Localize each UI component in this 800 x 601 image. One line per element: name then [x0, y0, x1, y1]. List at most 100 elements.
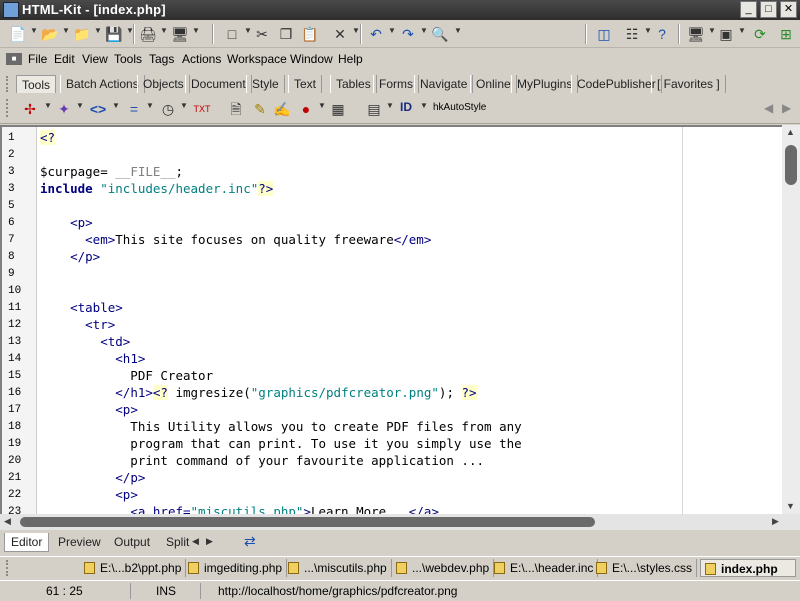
chevron-down-icon[interactable]: ▼ [94, 26, 102, 35]
vertical-scroll-thumb[interactable] [785, 145, 797, 185]
id-button[interactable]: ID [400, 100, 412, 114]
chevron-down-icon[interactable]: ▼ [644, 26, 652, 35]
code-line[interactable]: $curpage= __FILE__; [40, 164, 183, 179]
chevron-down-icon[interactable]: ▼ [388, 26, 396, 35]
paint-brush-icon[interactable]: ✢ [20, 99, 40, 119]
chevron-down-icon[interactable]: ▼ [112, 101, 120, 110]
text-tag-icon[interactable]: TXT [192, 99, 212, 119]
tab-batch-actions[interactable]: Batch Actions [60, 75, 145, 93]
code-line[interactable]: </p> [40, 470, 145, 485]
tab-document[interactable]: Document [185, 75, 252, 93]
find-binoculars-icon[interactable]: 🔍 [430, 24, 450, 44]
tab-codepublisher[interactable]: CodePublisher [571, 75, 662, 93]
grip-handle[interactable] [6, 99, 13, 117]
code-line[interactable]: <? [40, 130, 56, 145]
file-tab[interactable]: ...\miscutils.php [284, 559, 392, 577]
chevron-down-icon[interactable]: ▼ [192, 26, 200, 35]
menu-view[interactable]: View [82, 52, 108, 66]
code-line[interactable]: <p> [40, 215, 93, 230]
grip-handle[interactable] [6, 76, 13, 92]
chevron-down-icon[interactable]: ▼ [708, 26, 716, 35]
tab-navigate[interactable]: Navigate [414, 75, 474, 93]
tab-style[interactable]: Style [246, 75, 285, 93]
document-icon[interactable]: ■ [6, 53, 22, 65]
clock-icon[interactable]: ◷ [158, 99, 178, 119]
tab-objects[interactable]: Objects [137, 75, 190, 93]
chevron-down-icon[interactable]: ▼ [318, 101, 326, 110]
undo-icon[interactable]: ↶ [366, 24, 386, 44]
code-line[interactable]: This Utility allows you to create PDF fi… [40, 419, 521, 434]
file-tab-active[interactable]: index.php [700, 559, 796, 577]
menu-window[interactable]: Window [290, 52, 333, 66]
refresh-icon[interactable]: ⟳ [750, 24, 770, 44]
tab-editor[interactable]: Editor [4, 533, 50, 552]
menu-tools[interactable]: Tools [114, 52, 142, 66]
horizontal-scroll-thumb[interactable] [20, 517, 595, 527]
code-line[interactable]: PDF Creator [40, 368, 213, 383]
chevron-down-icon[interactable]: ▼ [352, 26, 360, 35]
paste-icon[interactable]: 📋 [300, 24, 320, 44]
scroll-left-icon[interactable]: ◀ [764, 101, 773, 115]
chevron-down-icon[interactable]: ▼ [62, 26, 70, 35]
code-line[interactable]: <em>This site focuses on quality freewar… [40, 232, 431, 247]
file-tab[interactable]: imgediting.php [184, 559, 288, 577]
publish-icon[interactable]: 🖥 [170, 24, 190, 44]
chevron-down-icon[interactable]: ▼ [76, 101, 84, 110]
tab-favorites[interactable]: [ Favorites ] [651, 75, 726, 93]
chevron-down-icon[interactable]: ▼ [30, 26, 38, 35]
tab-tools[interactable]: Tools [16, 75, 57, 93]
chevron-down-icon[interactable]: ▼ [454, 26, 462, 35]
chevron-down-icon[interactable]: ▼ [420, 101, 428, 110]
horizontal-scrollbar[interactable]: ◀ ▶ [0, 514, 800, 530]
menu-tags[interactable]: Tags [149, 52, 174, 66]
code-line[interactable]: print command of your favourite applicat… [40, 453, 484, 468]
code-editor[interactable]: 1 2 3 3 5 6 7 8 9 10 11 12 13 14 15 16 17 18 19 20 21 22 23 <?… [0, 125, 782, 514]
file-tab[interactable]: E:\...\styles.css [592, 559, 698, 577]
menu-workspace[interactable]: Workspace [227, 52, 287, 66]
chevron-down-icon[interactable]: ▼ [180, 101, 188, 110]
delete-icon[interactable]: ✕ [330, 24, 350, 44]
print-icon[interactable]: 🖨 [138, 24, 158, 44]
code-line[interactable]: <h1> [40, 351, 145, 366]
tab-myplugins[interactable]: MyPlugins [511, 75, 579, 93]
file-tab[interactable]: E:\...\header.inc [490, 559, 599, 577]
chevron-down-icon[interactable]: ▼ [420, 26, 428, 35]
chevron-down-icon[interactable]: ▼ [146, 101, 154, 110]
monitor-icon[interactable]: 🖥 [686, 24, 706, 44]
chevron-down-icon[interactable]: ▼ [160, 26, 168, 35]
image-edit-icon[interactable]: ✎ [250, 99, 270, 119]
preview-refresh-icon[interactable]: ⇄ [244, 533, 256, 550]
copy-icon[interactable]: ❐ [276, 24, 296, 44]
code-line[interactable]: include "includes/header.inc"?> [40, 181, 274, 196]
style-icon[interactable]: ✍ [272, 99, 292, 119]
cut-icon[interactable]: ✂ [252, 24, 272, 44]
chevron-down-icon[interactable]: ▼ [244, 26, 252, 35]
menu-help[interactable]: Help [338, 52, 363, 66]
new-file-icon[interactable]: 📄 [8, 24, 28, 44]
tab-online[interactable]: Online [470, 75, 517, 93]
form-icon[interactable]: ▤ [364, 99, 384, 119]
equals-icon[interactable]: = [124, 99, 144, 119]
code-line[interactable]: </h1><? imgresize("graphics/pdfcreator.p… [40, 385, 477, 400]
code-line[interactable]: <td> [40, 334, 130, 349]
open-recent-icon[interactable]: 📁 [72, 24, 92, 44]
code-line[interactable]: <a href="miscutils.php">Learn More...</a… [40, 504, 439, 514]
scroll-right-icon[interactable]: ▶ [782, 101, 791, 115]
color-picker-icon[interactable]: ● [296, 99, 316, 119]
grip-handle[interactable] [6, 560, 13, 576]
menu-file[interactable]: File [28, 52, 47, 66]
tab-tables[interactable]: Tables [330, 75, 377, 93]
select-icon[interactable]: □ [222, 24, 242, 44]
table-grid-icon[interactable]: ▦ [328, 99, 348, 119]
tab-preview[interactable]: Preview [52, 533, 107, 551]
file-tab[interactable]: E:\...b2\ppt.php [80, 559, 187, 577]
magic-wand-icon[interactable]: ✦ [54, 99, 74, 119]
chevron-down-icon[interactable]: ▼ [386, 101, 394, 110]
code-line[interactable]: <p> [40, 487, 138, 502]
file-tab[interactable]: ...\webdev.php [392, 559, 495, 577]
maximize-button[interactable]: □ [760, 1, 777, 18]
scroll-up-icon[interactable]: ▲ [786, 127, 795, 137]
code-line[interactable]: <p> [40, 402, 138, 417]
document-tag-icon[interactable]: 🗎 [226, 99, 246, 119]
vertical-scrollbar[interactable]: ▲ ▼ [782, 125, 800, 514]
